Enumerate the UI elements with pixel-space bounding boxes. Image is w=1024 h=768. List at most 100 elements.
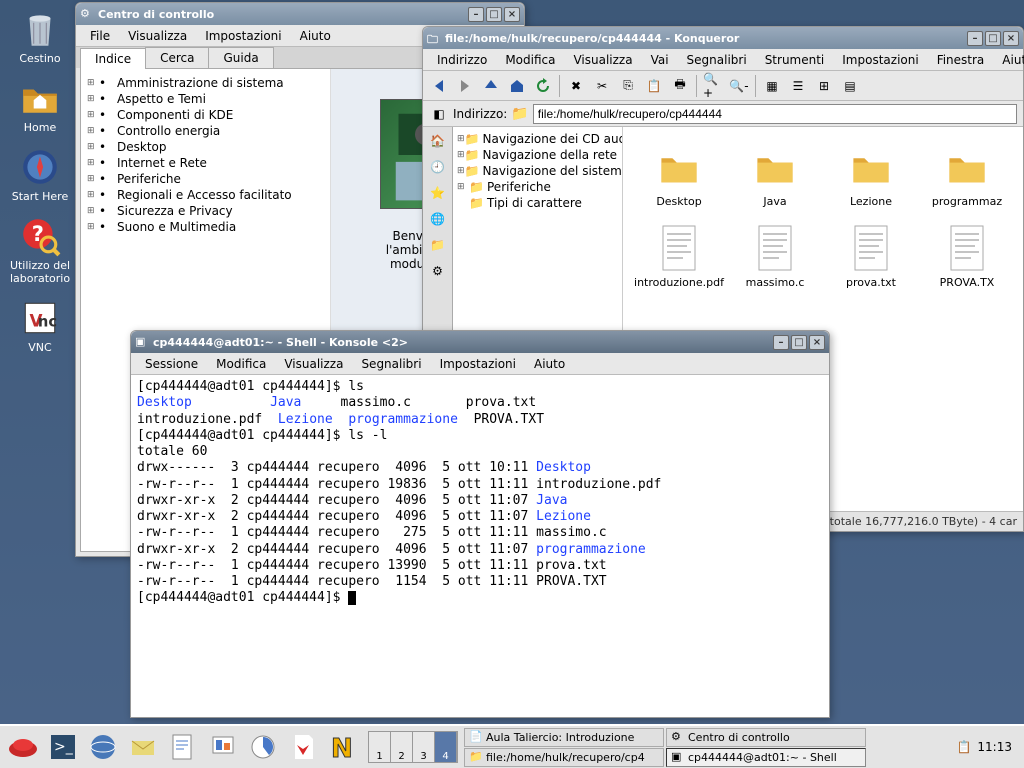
close-button[interactable]: × — [504, 7, 520, 22]
cc-tree-item[interactable]: ⊞•Periferiche — [87, 171, 324, 187]
konq-tree-item[interactable]: ⊞📁Navigazione del sistem — [457, 163, 618, 179]
terminal-output[interactable]: [cp444444@adt01 cp444444]$ ls Desktop Ja… — [131, 375, 829, 717]
menu-aiuto[interactable]: Aiuto — [292, 27, 339, 45]
cc-tree-item[interactable]: ⊞•Aspetto e Temi — [87, 91, 324, 107]
menu-vai[interactable]: Vai — [643, 51, 677, 69]
cut-button[interactable]: ✂ — [592, 76, 612, 96]
side-network-icon[interactable]: 🌐 — [428, 209, 448, 229]
file-item[interactable]: PROVA.TX — [919, 216, 1015, 297]
pager-4[interactable]: 4 — [435, 732, 457, 762]
cc-tree-item[interactable]: ⊞•Componenti di KDE — [87, 107, 324, 123]
reload-button[interactable] — [533, 76, 553, 96]
pager-2[interactable]: 2 — [391, 732, 413, 762]
file-item[interactable]: massimo.c — [727, 216, 823, 297]
forward-button[interactable] — [455, 76, 475, 96]
office-writer-launcher[interactable] — [164, 729, 202, 765]
tab-indice[interactable]: Indice — [80, 48, 146, 69]
titlebar-konsole[interactable]: ▣ cp444444@adt01:~ - Shell - Konsole <2>… — [131, 331, 829, 353]
view-tree-button[interactable]: ⊞ — [814, 76, 834, 96]
zoomout-button[interactable]: 🔍- — [729, 76, 749, 96]
minimize-button[interactable]: – — [967, 31, 983, 46]
menu-visualizza[interactable]: Visualizza — [565, 51, 640, 69]
menu-impostazioni[interactable]: Impostazioni — [197, 27, 289, 45]
pager-1[interactable]: 1 — [369, 732, 391, 762]
side-services-icon[interactable]: ⚙ — [428, 261, 448, 281]
clock[interactable]: 11:13 — [977, 740, 1012, 754]
copy-button[interactable]: ⎘ — [618, 76, 638, 96]
pager-3[interactable]: 3 — [413, 732, 435, 762]
cc-tree-item[interactable]: ⊞•Amministrazione di sistema — [87, 75, 324, 91]
task-konqueror[interactable]: 📁file:/home/hulk/recupero/cp4 — [464, 748, 664, 767]
zoomin-button[interactable]: 🔍+ — [703, 76, 723, 96]
minimize-button[interactable]: – — [773, 335, 789, 350]
titlebar-control-center[interactable]: ⚙ Centro di controllo – □ × — [76, 3, 524, 25]
menu-aiuto[interactable]: Aiuto — [526, 355, 573, 373]
maximize-button[interactable]: □ — [985, 31, 1001, 46]
menu-visualizza[interactable]: Visualizza — [276, 355, 351, 373]
menu-segnalibri[interactable]: Segnalibri — [679, 51, 755, 69]
konq-tree-item[interactable]: ⊞📁Periferiche — [457, 179, 618, 195]
file-item[interactable]: programmaz — [919, 135, 1015, 216]
menu-visualizza[interactable]: Visualizza — [120, 27, 195, 45]
back-button[interactable] — [429, 76, 449, 96]
paste-button[interactable]: 📋 — [644, 76, 664, 96]
pdf-launcher[interactable] — [284, 729, 322, 765]
menu-segnalibri[interactable]: Segnalibri — [353, 355, 429, 373]
stop-button[interactable]: ✖ — [566, 76, 586, 96]
desktop-icon-home[interactable]: Home — [5, 77, 75, 134]
task-centro[interactable]: ⚙Centro di controllo — [666, 728, 866, 747]
cc-tree-item[interactable]: ⊞•Sicurezza e Privacy — [87, 203, 324, 219]
side-bookmark-icon[interactable]: ⭐ — [428, 183, 448, 203]
menu-sessione[interactable]: Sessione — [137, 355, 206, 373]
menu-finestra[interactable]: Finestra — [929, 51, 993, 69]
side-root-icon[interactable]: 📁 — [428, 235, 448, 255]
maximize-button[interactable]: □ — [486, 7, 502, 22]
terminal-launcher[interactable]: >_ — [44, 729, 82, 765]
desktop-icon-starthere[interactable]: Start Here — [5, 146, 75, 203]
desktop-icon-vnc[interactable]: Vnc VNC — [5, 297, 75, 354]
file-item[interactable]: Java — [727, 135, 823, 216]
side-history-icon[interactable]: 🕘 — [428, 157, 448, 177]
file-item[interactable]: prova.txt — [823, 216, 919, 297]
view-list-button[interactable]: ☰ — [788, 76, 808, 96]
web-launcher[interactable] — [84, 729, 122, 765]
office-impress-launcher[interactable] — [204, 729, 242, 765]
view-icons-button[interactable]: ▦ — [762, 76, 782, 96]
menu-strumenti[interactable]: Strumenti — [757, 51, 833, 69]
minimize-button[interactable]: – — [468, 7, 484, 22]
home-button[interactable] — [507, 76, 527, 96]
desktop-icon-cestino[interactable]: Cestino — [5, 8, 75, 65]
tab-cerca[interactable]: Cerca — [145, 47, 209, 68]
cc-tree-item[interactable]: ⊞•Controllo energia — [87, 123, 324, 139]
mail-launcher[interactable] — [124, 729, 162, 765]
side-home-icon[interactable]: 🏠 — [428, 131, 448, 151]
menu-aiuto[interactable]: Aiuto — [994, 51, 1024, 69]
menu-modifica[interactable]: Modifica — [208, 355, 274, 373]
menu-impostazioni[interactable]: Impostazioni — [834, 51, 926, 69]
menu-file[interactable]: File — [82, 27, 118, 45]
konq-tree-item[interactable]: ⊞📁Navigazione della rete l — [457, 147, 618, 163]
cc-tree-item[interactable]: ⊞•Regionali e Accesso facilitato — [87, 187, 324, 203]
maximize-button[interactable]: □ — [791, 335, 807, 350]
task-konsole[interactable]: ▣cp444444@adt01:~ - Shell — [666, 748, 866, 767]
cc-tree-item[interactable]: ⊞•Internet e Rete — [87, 155, 324, 171]
menu-impostazioni[interactable]: Impostazioni — [432, 355, 524, 373]
clipboard-tray-icon[interactable]: 📋 — [956, 740, 971, 754]
n-launcher[interactable]: N — [324, 729, 362, 765]
konq-tree-item[interactable]: 📁Tipi di carattere — [457, 195, 618, 211]
desktop-icon-utilizzo[interactable]: ? Utilizzo del laboratorio — [5, 215, 75, 285]
file-item[interactable]: introduzione.pdf — [631, 216, 727, 297]
redhat-menu-button[interactable] — [4, 729, 42, 765]
titlebar-konqueror[interactable]: 🗀 file:/home/hulk/recupero/cp444444 - Ko… — [423, 27, 1023, 49]
konq-tree-item[interactable]: ⊞📁Navigazione dei CD aud — [457, 131, 618, 147]
view-detail-button[interactable]: ▤ — [840, 76, 860, 96]
menu-modifica[interactable]: Modifica — [497, 51, 563, 69]
close-button[interactable]: × — [809, 335, 825, 350]
clear-addr-button[interactable]: ◧ — [429, 104, 449, 124]
office-calc-launcher[interactable] — [244, 729, 282, 765]
up-button[interactable] — [481, 76, 501, 96]
cc-tree-item[interactable]: ⊞•Desktop — [87, 139, 324, 155]
file-item[interactable]: Lezione — [823, 135, 919, 216]
menu-indirizzo[interactable]: Indirizzo — [429, 51, 495, 69]
file-item[interactable]: Desktop — [631, 135, 727, 216]
